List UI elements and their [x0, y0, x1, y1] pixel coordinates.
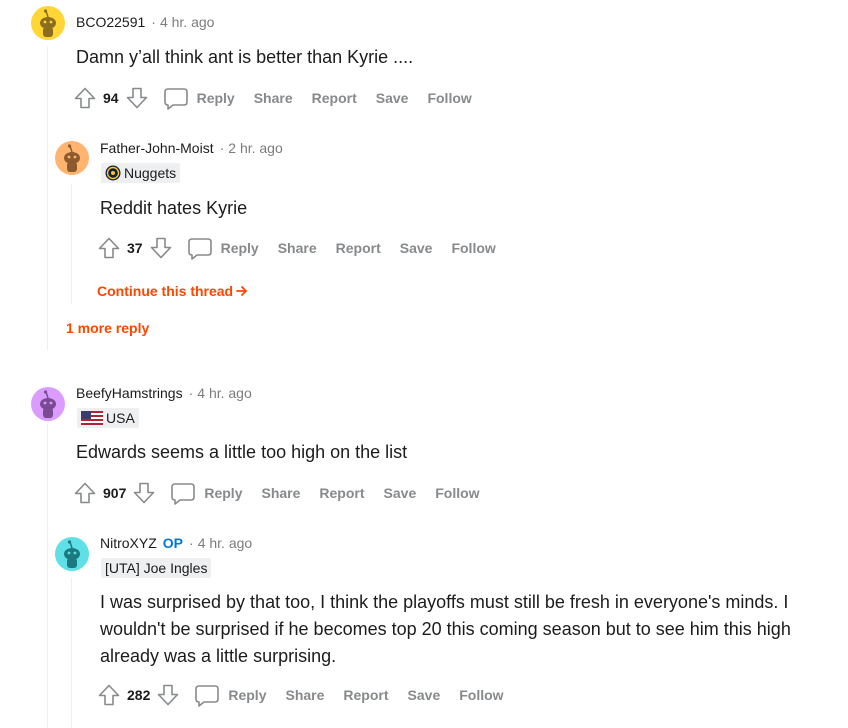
reply-button[interactable]: Reply — [194, 683, 266, 707]
vote-count: 94 — [103, 90, 119, 106]
share-button[interactable]: Share — [285, 687, 324, 703]
comment-bubble-icon — [171, 483, 196, 505]
downvote-icon[interactable] — [132, 481, 156, 505]
comment-body: Damn y’all think ant is better than Kyri… — [76, 47, 414, 67]
timestamp[interactable]: 4 hr. ago — [160, 14, 215, 30]
downvote-icon[interactable] — [149, 236, 173, 260]
report-button[interactable]: Report — [312, 90, 357, 106]
comment-bubble-icon — [187, 238, 212, 260]
separator-dot: · — [189, 535, 194, 551]
reply-button[interactable]: Reply — [170, 481, 242, 505]
flair-text: Nuggets — [124, 165, 177, 181]
save-button[interactable]: Save — [400, 240, 433, 256]
save-button[interactable]: Save — [376, 90, 409, 106]
us-flag-icon — [81, 411, 103, 425]
op-badge: OP — [162, 535, 184, 551]
share-button[interactable]: Share — [254, 90, 293, 106]
separator-dot: · — [219, 140, 225, 156]
comment-body-line: already was a little surprising. — [100, 646, 337, 666]
snoo-avatar-icon — [55, 141, 89, 175]
comment-meta: BCO22591 · 4 hr. ago — [76, 13, 214, 31]
follow-button[interactable]: Follow — [435, 485, 479, 501]
comment-actions: 282 Reply Share Report Save Follow — [97, 681, 523, 709]
comment-body: Edwards seems a little too high on the l… — [76, 442, 408, 462]
separator-dot: · — [188, 385, 194, 401]
comment-body: Reddit hates Kyrie — [100, 198, 248, 218]
flair-text: USA — [106, 410, 135, 426]
comment-actions: 94 Reply Share Report Save Follow — [73, 84, 491, 112]
author-name[interactable]: NitroXYZ — [100, 535, 157, 551]
thread-line[interactable] — [71, 184, 72, 304]
comment-body: I was surprised by that too, I think the… — [100, 589, 830, 670]
separator-dot: · — [151, 14, 156, 30]
comment-meta: Father-John-Moist · 2 hr. ago — [100, 139, 283, 157]
upvote-icon[interactable] — [97, 683, 121, 707]
downvote-icon[interactable] — [125, 86, 149, 110]
snoo-avatar-icon — [55, 537, 89, 571]
timestamp[interactable]: 2 hr. ago — [228, 140, 283, 156]
share-button[interactable]: Share — [261, 485, 300, 501]
author-name[interactable]: BeefyHamstrings — [76, 385, 183, 401]
user-flair: USA — [77, 408, 139, 428]
save-button[interactable]: Save — [384, 485, 417, 501]
avatar[interactable] — [55, 141, 89, 175]
share-button[interactable]: Share — [278, 240, 317, 256]
nuggets-logo-icon — [105, 165, 121, 181]
more-replies-link[interactable]: 1 more reply — [66, 320, 149, 336]
comment-body-line: wouldn't be surprised if he becomes top … — [100, 619, 791, 639]
user-flair: [UTA] Joe Ingles — [101, 558, 212, 578]
downvote-icon[interactable] — [156, 683, 180, 707]
save-button[interactable]: Save — [408, 687, 441, 703]
author-name[interactable]: BCO22591 — [76, 14, 145, 30]
comment-meta: BeefyHamstrings · 4 hr. ago — [76, 384, 252, 402]
comment-meta: NitroXYZ OP · 4 hr. ago — [100, 534, 252, 552]
vote-count: 37 — [127, 240, 143, 256]
user-flair: Nuggets — [101, 163, 181, 183]
timestamp[interactable]: 4 hr. ago — [197, 385, 252, 401]
comment-body-line: I was surprised by that too, I think the… — [100, 592, 789, 612]
avatar[interactable] — [55, 537, 89, 571]
thread-line[interactable] — [47, 46, 48, 350]
comment-actions: 907 Reply Share Report Save Follow — [73, 479, 499, 507]
reply-button[interactable]: Reply — [163, 86, 235, 110]
snoo-avatar-icon — [31, 6, 65, 40]
upvote-icon[interactable] — [73, 481, 97, 505]
comment-bubble-icon — [163, 88, 188, 110]
thread-line[interactable] — [71, 578, 72, 728]
reply-button[interactable]: Reply — [187, 236, 259, 260]
vote-count: 907 — [103, 485, 127, 501]
avatar[interactable] — [31, 387, 65, 421]
flair-text: [UTA] Joe Ingles — [105, 560, 208, 576]
vote-count: 282 — [127, 687, 151, 703]
arrow-right-icon — [236, 286, 248, 296]
avatar[interactable] — [31, 6, 65, 40]
report-button[interactable]: Report — [343, 687, 388, 703]
follow-button[interactable]: Follow — [459, 687, 503, 703]
timestamp[interactable]: 4 hr. ago — [198, 535, 253, 551]
upvote-icon[interactable] — [97, 236, 121, 260]
continue-thread-link[interactable]: Continue this thread — [97, 283, 249, 299]
report-button[interactable]: Report — [336, 240, 381, 256]
follow-button[interactable]: Follow — [451, 240, 495, 256]
author-name[interactable]: Father-John-Moist — [100, 140, 214, 156]
comment-bubble-icon — [195, 685, 220, 707]
upvote-icon[interactable] — [73, 86, 97, 110]
follow-button[interactable]: Follow — [427, 90, 471, 106]
snoo-avatar-icon — [31, 387, 65, 421]
comment-actions: 37 Reply Share Report Save Follow — [97, 234, 515, 262]
thread-line[interactable] — [47, 424, 48, 728]
report-button[interactable]: Report — [319, 485, 364, 501]
